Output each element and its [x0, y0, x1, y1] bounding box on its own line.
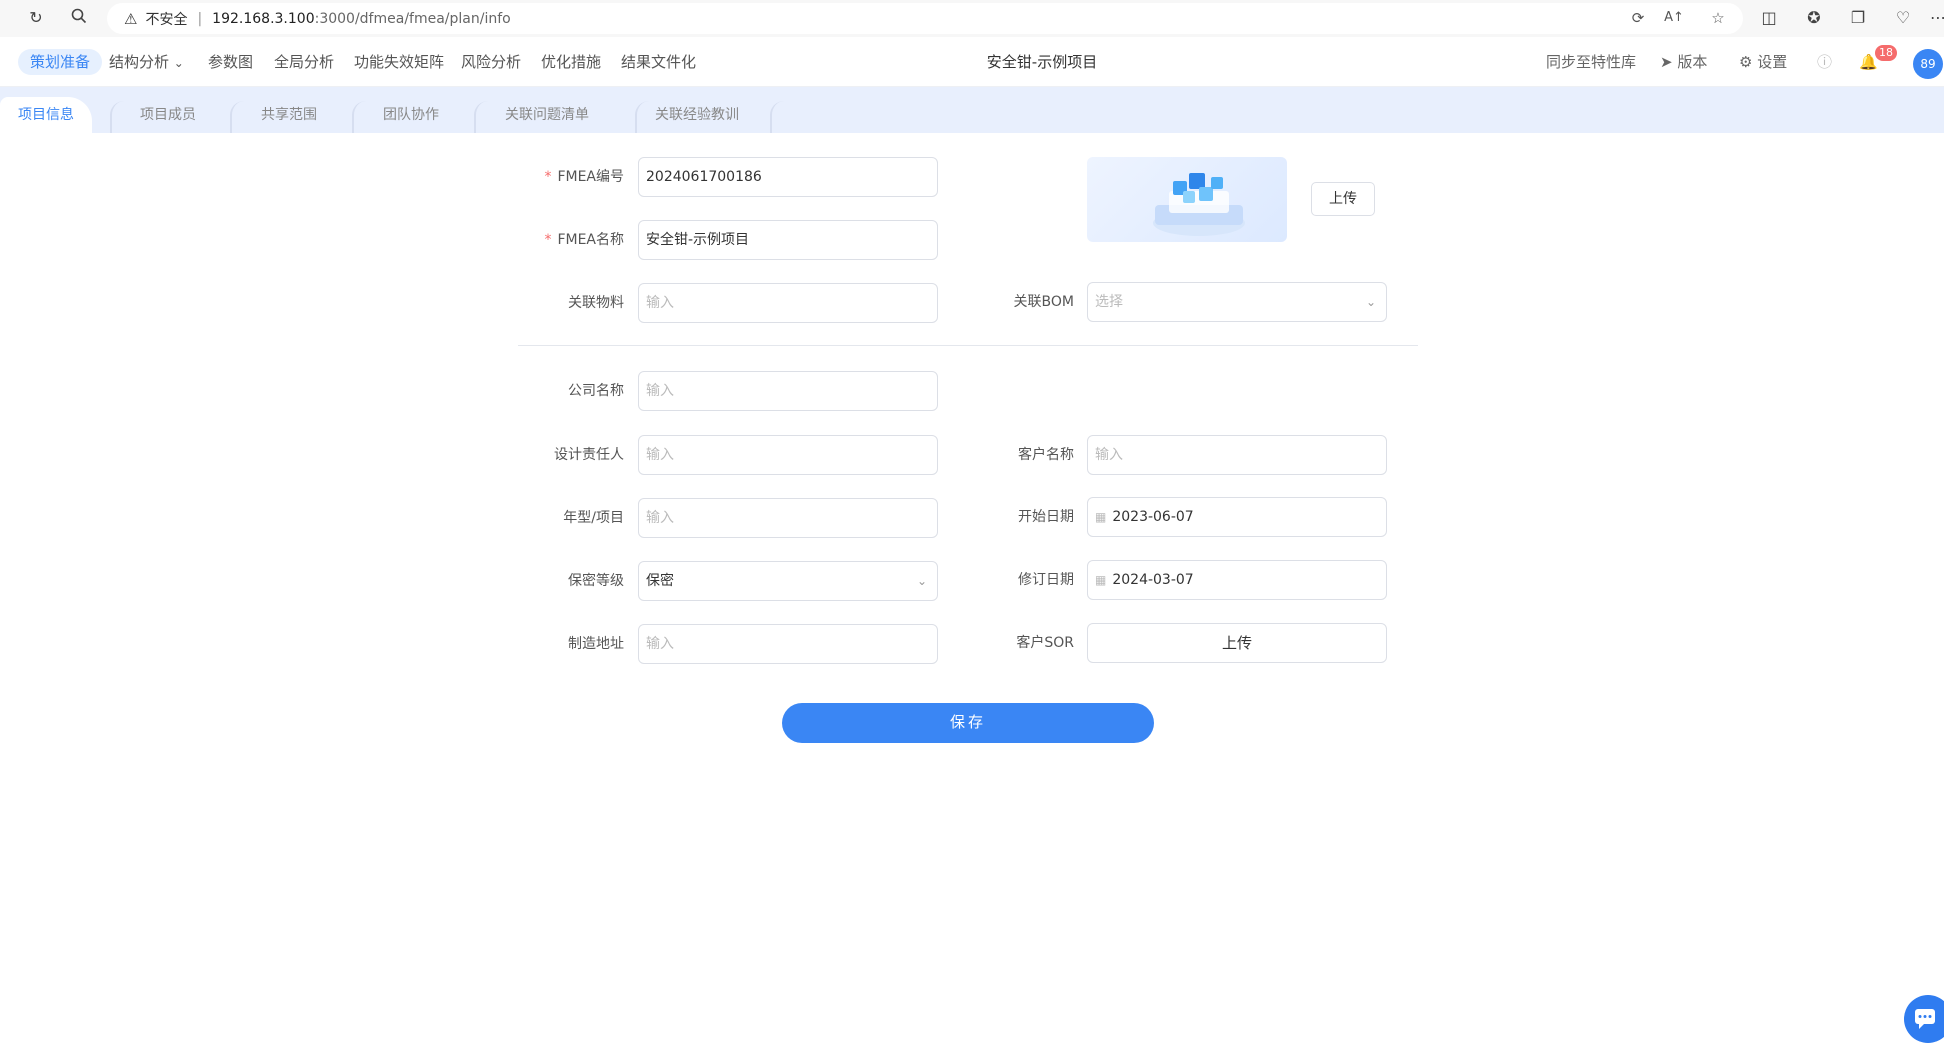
address-label: 制造地址 — [568, 636, 624, 652]
send-icon: ➤ — [1660, 53, 1673, 71]
help-icon[interactable]: ⓘ — [1817, 49, 1832, 75]
nav-parameter-diagram[interactable]: 参数图 — [208, 49, 253, 75]
tab-project-info[interactable]: 项目信息 — [0, 97, 92, 133]
fmea-no-label-text: FMEA编号 — [557, 169, 624, 185]
settings-button[interactable]: ⚙ 设置 — [1739, 49, 1787, 75]
warning-icon: ⚠ — [124, 9, 138, 28]
form-divider — [518, 345, 1418, 346]
url-host: 192.168.3.100 — [212, 10, 315, 27]
gear-icon: ⚙ — [1739, 53, 1753, 71]
tab-team-collab[interactable]: 团队协作 — [365, 97, 457, 133]
chat-button[interactable] — [1904, 995, 1944, 1043]
model-label: 年型/项目 — [563, 510, 624, 526]
calendar-icon: ▦ — [1095, 573, 1107, 587]
revise-date-label: 修订日期 — [1018, 572, 1074, 588]
more-menu-icon[interactable]: ⋯ — [1930, 8, 1944, 28]
material-field[interactable]: 输入 — [638, 283, 938, 323]
start-date-value: 2023-06-07 — [1112, 509, 1194, 525]
sor-upload-button[interactable]: 上传 — [1087, 623, 1387, 663]
nav-structure-analysis[interactable]: 结构分析 ⌄ — [109, 49, 184, 75]
nav-global-analysis[interactable]: 全局分析 — [274, 49, 334, 75]
favorite-star-icon[interactable]: ☆ — [1708, 8, 1728, 28]
tab-lessons-learned[interactable]: 关联经验教训 — [637, 97, 757, 133]
favorites-icon[interactable]: ✪ — [1804, 8, 1824, 28]
model-field[interactable]: 输入 — [638, 498, 938, 538]
split-screen-icon[interactable]: ◫ — [1759, 8, 1779, 28]
project-image — [1087, 157, 1287, 242]
url-path: :3000/dfmea/fmea/plan/info — [314, 10, 511, 27]
reload-icon[interactable]: ↻ — [26, 8, 46, 28]
fmea-name-label-text: FMEA名称 — [557, 232, 624, 248]
security-status: 不安全 — [145, 11, 188, 28]
bom-select[interactable]: 选择 ⌄ — [1087, 282, 1387, 322]
nav-optimization[interactable]: 优化措施 — [541, 49, 601, 75]
chevron-down-icon: ⌄ — [1365, 295, 1376, 309]
browser-toolbar: ↻ ⚠ 不安全 | 192.168.3.100:3000/dfmea/fmea/… — [0, 0, 1944, 37]
tab-strip: 项目信息 项目成员 共享范围 团队协作 关联问题清单 关联经验教训 — [0, 87, 1944, 133]
search-icon[interactable] — [69, 8, 89, 28]
nav-risk-analysis[interactable]: 风险分析 — [461, 49, 521, 75]
chat-icon — [1915, 1009, 1935, 1029]
fmea-no-label: * FMEA编号 — [524, 157, 624, 197]
revise-date-picker[interactable]: ▦ 2024-03-07 — [1087, 560, 1387, 600]
version-button[interactable]: ➤ 版本 — [1660, 49, 1707, 75]
app-header: 策划准备 结构分析 ⌄ 参数图 全局分析 功能失效矩阵 风险分析 优化措施 结果… — [0, 37, 1944, 87]
collections-icon[interactable]: ❐ — [1848, 8, 1868, 28]
start-date-label: 开始日期 — [1018, 509, 1074, 525]
read-aloud-icon[interactable]: A↑ — [1664, 8, 1684, 28]
address-field[interactable]: 输入 — [638, 624, 938, 664]
notification-badge: 18 — [1875, 45, 1897, 61]
tab-divider — [352, 101, 366, 133]
calendar-icon: ▦ — [1095, 510, 1107, 524]
sor-label: 客户SOR — [1016, 635, 1074, 651]
company-field[interactable]: 输入 — [638, 371, 938, 411]
secrecy-value: 保密 — [646, 573, 674, 589]
tab-divider — [474, 101, 488, 133]
save-button[interactable]: 保存 — [782, 703, 1154, 743]
nav-planning[interactable]: 策划准备 — [18, 49, 103, 75]
customer-field[interactable]: 输入 — [1087, 435, 1387, 475]
settings-label: 设置 — [1757, 53, 1788, 71]
nav-function-failure-matrix[interactable]: 功能失效矩阵 — [354, 49, 444, 75]
nav-documentation[interactable]: 结果文件化 — [621, 49, 696, 75]
sync-feature-library-button[interactable]: 同步至特性库 — [1546, 49, 1636, 75]
address-separator: | — [197, 10, 203, 27]
required-mark: * — [544, 232, 552, 248]
fmea-name-label: * FMEA名称 — [524, 220, 624, 260]
bom-label: 关联BOM — [1013, 294, 1074, 310]
tab-divider — [770, 101, 784, 133]
tab-related-issues[interactable]: 关联问题清单 — [487, 97, 607, 133]
bom-placeholder: 选择 — [1095, 294, 1123, 310]
tab-project-members[interactable]: 项目成员 — [122, 97, 214, 133]
chevron-down-icon: ⌄ — [916, 574, 927, 588]
designer-label: 设计责任人 — [554, 447, 624, 463]
material-label: 关联物料 — [568, 295, 624, 311]
browser-extension-icon[interactable]: ♡ — [1893, 8, 1913, 28]
tab-share-scope[interactable]: 共享范围 — [243, 97, 335, 133]
secrecy-label: 保密等级 — [568, 573, 624, 589]
tab-divider — [230, 101, 244, 133]
chevron-down-icon: ⌄ — [173, 56, 184, 70]
secrecy-select[interactable]: 保密 ⌄ — [638, 561, 938, 601]
project-info-panel — [0, 133, 1944, 1049]
translate-icon[interactable]: ⟳ — [1628, 8, 1648, 28]
start-date-picker[interactable]: ▦ 2023-06-07 — [1087, 497, 1387, 537]
project-title: 安全钳-示例项目 — [986, 53, 1098, 71]
revise-date-value: 2024-03-07 — [1112, 572, 1194, 588]
company-label: 公司名称 — [568, 383, 624, 399]
fmea-no-field[interactable]: 2024061700186 — [638, 157, 938, 197]
fmea-name-field[interactable]: 安全钳-示例项目 — [638, 220, 938, 260]
upload-image-button[interactable]: 上传 — [1311, 182, 1375, 216]
designer-field[interactable]: 输入 — [638, 435, 938, 475]
avatar[interactable]: 89 — [1913, 49, 1943, 79]
required-mark: * — [544, 169, 552, 185]
version-label: 版本 — [1677, 53, 1708, 71]
address-bar[interactable]: ⚠ 不安全 | 192.168.3.100:3000/dfmea/fmea/pl… — [107, 3, 1743, 34]
customer-label: 客户名称 — [1018, 447, 1074, 463]
nav-structure-analysis-label: 结构分析 — [109, 53, 170, 71]
